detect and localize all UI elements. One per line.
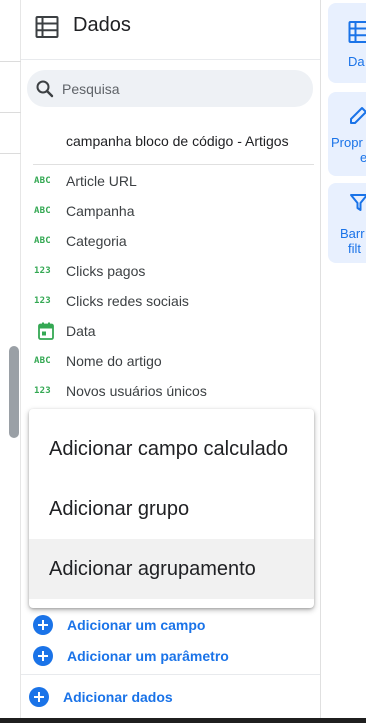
number-type-icon: 123 <box>34 266 51 276</box>
field-item[interactable]: 123 Clicks redes sociais <box>21 286 320 316</box>
text-type-icon: ABC <box>34 176 51 186</box>
field-label: Clicks pagos <box>66 263 146 279</box>
field-item[interactable]: 123 Clicks pagos <box>21 256 320 286</box>
data-panel-icon <box>35 16 59 38</box>
add-parameter-label: Adicionar um parâmetro <box>67 648 229 664</box>
rail-button-properties[interactable]: Propr e <box>328 92 366 176</box>
field-item[interactable]: ABC Nome do artigo <box>21 346 320 376</box>
field-item[interactable]: Data <box>21 316 320 346</box>
pencil-icon <box>350 107 366 124</box>
divider <box>33 164 314 165</box>
calendar-icon <box>38 322 54 340</box>
rail-button-label: Barr <box>340 226 365 241</box>
field-item[interactable]: ABC Article URL <box>21 166 320 196</box>
rail-button-label: Da <box>348 54 365 69</box>
filter-icon <box>350 194 366 211</box>
search-box[interactable] <box>27 70 313 107</box>
rail-button-data[interactable]: Da <box>328 3 366 83</box>
menu-item-add-group[interactable]: Adicionar grupo <box>29 479 314 539</box>
menu-item-add-grouping[interactable]: Adicionar agrupamento <box>29 539 314 599</box>
divider <box>21 674 320 675</box>
search-input[interactable] <box>62 78 302 100</box>
table-icon <box>348 21 366 43</box>
add-field-label: Adicionar um campo <box>67 617 206 633</box>
divider <box>0 112 21 113</box>
data-source-name[interactable]: campanha bloco de código - Artigos <box>66 133 289 149</box>
field-label: Data <box>66 323 96 339</box>
add-icon <box>33 646 53 666</box>
field-item[interactable]: ABC Campanha <box>21 196 320 226</box>
panel-title: Dados <box>73 14 131 36</box>
add-icon <box>33 615 53 635</box>
text-type-icon: ABC <box>34 206 51 216</box>
rail-button-label: Propr <box>331 135 363 150</box>
add-data-label: Adicionar dados <box>63 689 173 705</box>
add-icon <box>29 687 49 707</box>
window-bottom-edge <box>0 718 366 723</box>
field-label: Novos usuários únicos <box>66 383 207 399</box>
add-data-button[interactable]: Adicionar dados <box>29 685 173 709</box>
field-item[interactable]: 123 Novos usuários únicos <box>21 376 320 406</box>
field-item[interactable]: ABC Categoria <box>21 226 320 256</box>
rail-button-label: e <box>360 150 366 165</box>
divider <box>0 153 21 154</box>
divider <box>0 61 21 62</box>
menu-item-add-calculated-field[interactable]: Adicionar campo calculado <box>29 419 314 479</box>
field-label: Article URL <box>66 173 137 189</box>
text-type-icon: ABC <box>34 356 51 366</box>
field-label: Clicks redes sociais <box>66 293 189 309</box>
add-field-button[interactable]: Adicionar um campo <box>33 613 205 637</box>
divider <box>21 59 320 60</box>
text-type-icon: ABC <box>34 236 51 246</box>
rail-button-label: filt <box>348 241 361 256</box>
right-rail: Da Propr e Barr filt <box>321 0 366 718</box>
scrollbar-thumb[interactable] <box>9 346 19 438</box>
add-menu: Adicionar campo calculado Adicionar grup… <box>29 409 314 608</box>
field-label: Categoria <box>66 233 127 249</box>
add-parameter-button[interactable]: Adicionar um parâmetro <box>33 644 229 668</box>
rail-button-filters[interactable]: Barr filt <box>328 183 366 263</box>
field-label: Campanha <box>66 203 135 219</box>
panel-header: Dados <box>21 0 320 56</box>
number-type-icon: 123 <box>34 386 51 396</box>
field-label: Nome do artigo <box>66 353 162 369</box>
number-type-icon: 123 <box>34 296 51 306</box>
search-icon <box>36 80 54 98</box>
data-panel: Dados campanha bloco de código - Artigos… <box>21 0 320 718</box>
